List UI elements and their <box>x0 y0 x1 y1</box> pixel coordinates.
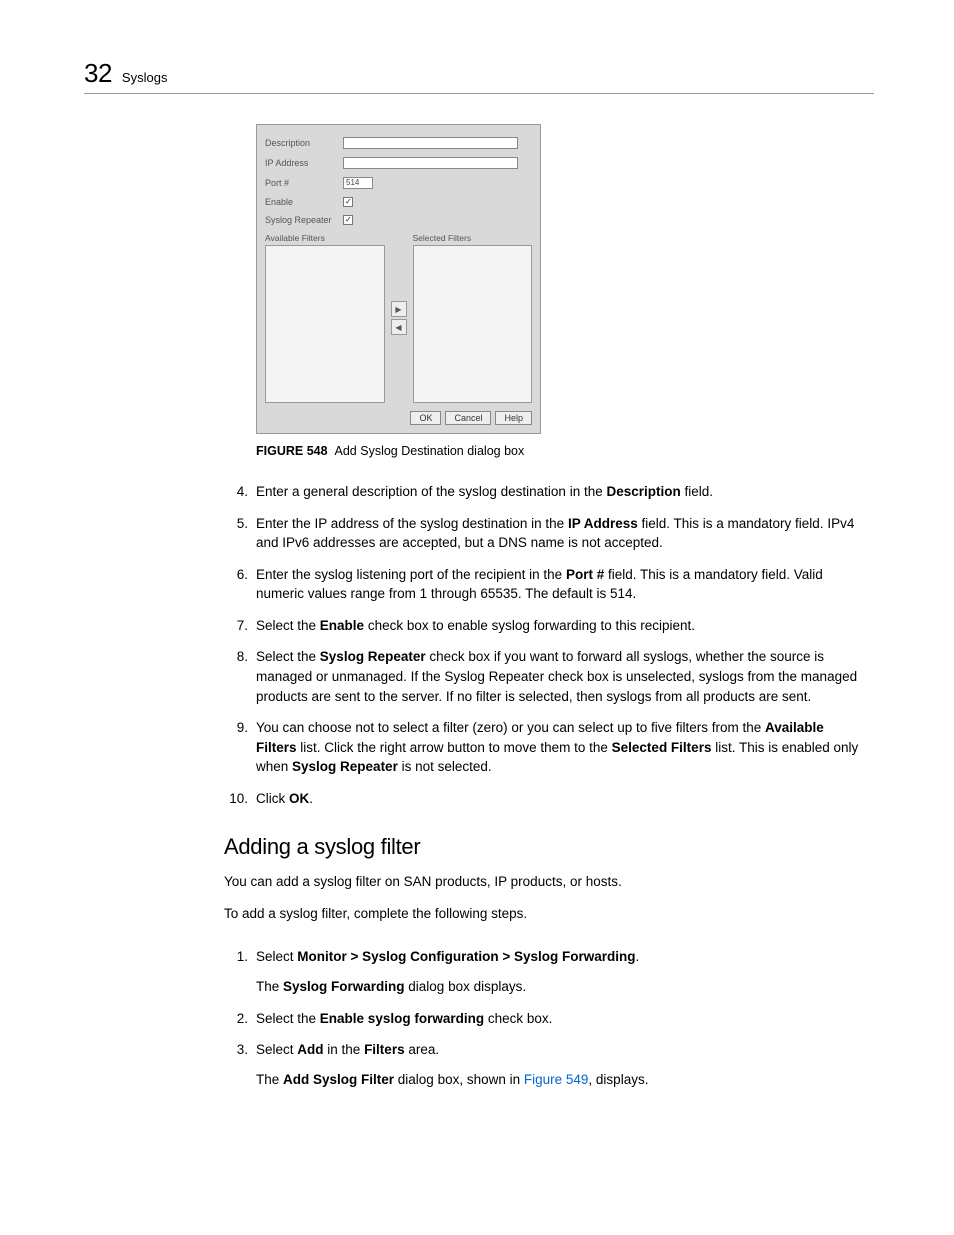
cancel-button[interactable]: Cancel <box>445 411 491 425</box>
figure-image: Description IP Address Port # 514 Enable… <box>256 124 541 434</box>
help-button[interactable]: Help <box>495 411 532 425</box>
move-right-button[interactable]: ▶ <box>391 301 407 317</box>
step-text: Enter the syslog listening port of the r… <box>256 565 864 604</box>
step-text: Select Monitor > Syslog Configuration > … <box>256 947 864 996</box>
step-num: 7. <box>224 616 256 636</box>
step-text: Select the Enable syslog forwarding chec… <box>256 1009 864 1029</box>
page-header: 32 Syslogs <box>84 58 874 94</box>
repeater-checkbox[interactable] <box>343 215 353 225</box>
page: 32 Syslogs Description IP Address Port #… <box>0 0 954 1235</box>
label-ip: IP Address <box>265 158 343 168</box>
figure-link[interactable]: Figure 549 <box>524 1072 589 1087</box>
available-filters-label: Available Filters <box>265 233 385 243</box>
step-text: You can choose not to select a filter (z… <box>256 718 864 777</box>
steps-list-b: 1. Select Monitor > Syslog Configuration… <box>224 947 864 1089</box>
filters-row: Available Filters ▶ ◀ Selected Filters <box>265 233 532 403</box>
figure-caption: FIGURE 548 Add Syslog Destination dialog… <box>256 444 874 458</box>
step-num: 8. <box>224 647 256 706</box>
add-syslog-dialog: Description IP Address Port # 514 Enable… <box>256 124 541 434</box>
step-text: Click OK. <box>256 789 864 809</box>
section-heading: Adding a syslog filter <box>224 834 864 860</box>
body-content: 4. Enter a general description of the sy… <box>224 482 864 1089</box>
step-text: Enter a general description of the syslo… <box>256 482 864 502</box>
selected-filters-label: Selected Filters <box>413 233 533 243</box>
intro-2: To add a syslog filter, complete the fol… <box>224 904 864 924</box>
port-input[interactable]: 514 <box>343 177 373 189</box>
chapter-title: Syslogs <box>122 70 168 85</box>
move-left-button[interactable]: ◀ <box>391 319 407 335</box>
ok-button[interactable]: OK <box>410 411 441 425</box>
step-text: Select Add in the Filters area. The Add … <box>256 1040 864 1089</box>
label-repeater: Syslog Repeater <box>265 215 343 225</box>
description-input[interactable] <box>343 137 518 149</box>
chapter-number: 32 <box>84 58 112 89</box>
step-text: Select the Enable check box to enable sy… <box>256 616 864 636</box>
step-num: 2. <box>224 1009 256 1029</box>
available-filters-list[interactable] <box>265 245 385 403</box>
step-num: 1. <box>224 947 256 996</box>
step-num: 9. <box>224 718 256 777</box>
figure-number: FIGURE 548 <box>256 444 328 458</box>
step-num: 10. <box>224 789 256 809</box>
step-num: 5. <box>224 514 256 553</box>
label-enable: Enable <box>265 197 343 207</box>
step-num: 6. <box>224 565 256 604</box>
intro-1: You can add a syslog filter on SAN produ… <box>224 872 864 892</box>
step-text: Enter the IP address of the syslog desti… <box>256 514 864 553</box>
label-port: Port # <box>265 178 343 188</box>
step-num: 3. <box>224 1040 256 1089</box>
step-num: 4. <box>224 482 256 502</box>
figure-text: Add Syslog Destination dialog box <box>335 444 525 458</box>
ip-input[interactable] <box>343 157 518 169</box>
label-description: Description <box>265 138 343 148</box>
steps-list-a: 4. Enter a general description of the sy… <box>224 482 864 808</box>
enable-checkbox[interactable] <box>343 197 353 207</box>
step-text: Select the Syslog Repeater check box if … <box>256 647 864 706</box>
selected-filters-list[interactable] <box>413 245 533 403</box>
